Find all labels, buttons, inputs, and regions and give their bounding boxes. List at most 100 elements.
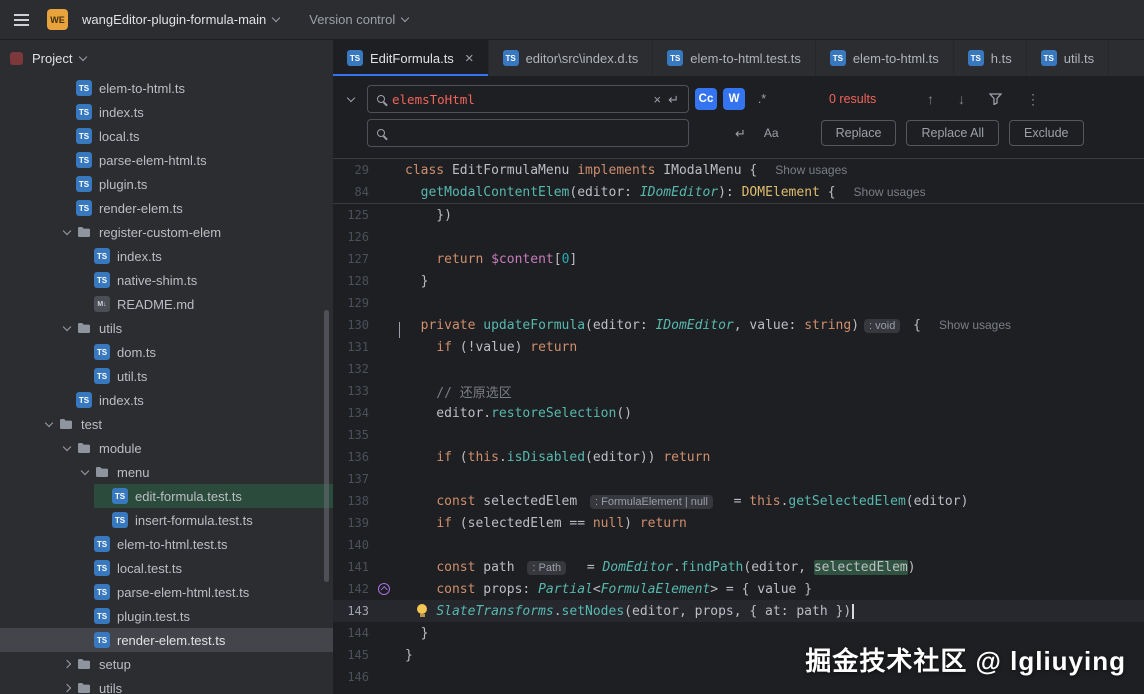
tree-item-parse-elem-html-ts[interactable]: TSparse-elem-html.ts bbox=[0, 148, 333, 172]
tree-item-elem-to-html-ts[interactable]: TSelem-to-html.ts bbox=[0, 76, 333, 100]
newline-icon[interactable]: ↵ bbox=[735, 127, 746, 140]
collapse-search-chevron-icon[interactable] bbox=[347, 93, 355, 101]
tree-item-elem-to-html-test-ts[interactable]: TSelem-to-html.test.ts bbox=[0, 532, 333, 556]
code-line-141[interactable]: 141 const path : Path = DomEditor.findPa… bbox=[333, 556, 1144, 578]
tree-item-dom-ts[interactable]: TSdom.ts bbox=[0, 340, 333, 364]
tree-item-render-elem-ts[interactable]: TSrender-elem.ts bbox=[0, 196, 333, 220]
whole-words-button[interactable]: W bbox=[723, 88, 745, 110]
tree-item-parse-elem-html-test-ts[interactable]: TSparse-elem-html.test.ts bbox=[0, 580, 333, 604]
folder-toggle[interactable] bbox=[40, 423, 58, 426]
annotation-gutter-icon[interactable] bbox=[378, 583, 390, 595]
tree-item-setup[interactable]: setup bbox=[0, 652, 333, 676]
code-text[interactable]: } bbox=[405, 648, 413, 663]
code-line-126[interactable]: 126 bbox=[333, 226, 1144, 248]
tree-item-utils[interactable]: utils bbox=[0, 676, 333, 694]
show-usages-link[interactable]: Show usages bbox=[775, 163, 847, 177]
folder-toggle[interactable] bbox=[58, 447, 76, 450]
replace-button[interactable]: Replace bbox=[821, 120, 897, 146]
more-options-icon[interactable]: ⋮ bbox=[1026, 92, 1040, 106]
code-text[interactable]: // 还原选区 bbox=[405, 382, 512, 401]
tree-item-local-test-ts[interactable]: TSlocal.test.ts bbox=[0, 556, 333, 580]
folder-toggle[interactable] bbox=[58, 685, 76, 691]
tree-item-index-ts[interactable]: TSindex.ts bbox=[0, 100, 333, 124]
code-text[interactable]: const selectedElem : FormulaElement | nu… bbox=[405, 494, 968, 509]
show-usages-link[interactable]: Show usages bbox=[854, 185, 926, 199]
tree-item-utils[interactable]: utils bbox=[0, 316, 333, 340]
replace-input[interactable] bbox=[367, 119, 689, 147]
project-selector[interactable]: wangEditor-plugin-formula-main bbox=[76, 7, 285, 33]
code-line-29[interactable]: 29class EditFormulaMenu implements IModa… bbox=[333, 159, 1144, 181]
code-line-133[interactable]: 133 // 还原选区 bbox=[333, 380, 1144, 402]
code-line-128[interactable]: 128 } bbox=[333, 270, 1144, 292]
code-line-125[interactable]: 125 }) bbox=[333, 204, 1144, 226]
code-line-138[interactable]: 138 const selectedElem : FormulaElement … bbox=[333, 490, 1144, 512]
code-text[interactable]: getModalContentElem(editor: IDomEditor):… bbox=[405, 185, 926, 200]
tree-scrollbar[interactable] bbox=[324, 310, 329, 582]
code-line-131[interactable]: 131 if (!value) return bbox=[333, 336, 1144, 358]
tree-item-module[interactable]: module bbox=[0, 436, 333, 460]
code-text[interactable]: SlateTransforms.setNodes(editor, props, … bbox=[405, 604, 854, 619]
folder-toggle[interactable] bbox=[58, 327, 76, 330]
code-line-130[interactable]: 130 private updateFormula(editor: IDomEd… bbox=[333, 314, 1144, 336]
tab-elem-to-html-ts[interactable]: TSelem-to-html.ts bbox=[816, 40, 954, 76]
code-text[interactable]: return $content[0] bbox=[405, 252, 577, 267]
code-line-127[interactable]: 127 return $content[0] bbox=[333, 248, 1144, 270]
code-text[interactable]: if (selectedElem == null) return bbox=[405, 516, 687, 531]
project-panel-title[interactable]: Project bbox=[32, 51, 86, 66]
tab-util-ts[interactable]: TSutil.ts bbox=[1027, 40, 1109, 76]
tree-item-register-custom-elem[interactable]: register-custom-elem bbox=[0, 220, 333, 244]
replace-all-button[interactable]: Replace All bbox=[906, 120, 999, 146]
tree-item-render-elem-test-ts[interactable]: TSrender-elem.test.ts bbox=[0, 628, 333, 652]
match-case-button[interactable]: Cc bbox=[695, 88, 717, 110]
code-line-129[interactable]: 129 bbox=[333, 292, 1144, 314]
code-line-134[interactable]: 134 editor.restoreSelection() bbox=[333, 402, 1144, 424]
show-usages-link[interactable]: Show usages bbox=[939, 318, 1011, 332]
code-line-135[interactable]: 135 bbox=[333, 424, 1144, 446]
tree-item-index-ts[interactable]: TSindex.ts bbox=[0, 244, 333, 268]
code-line-132[interactable]: 132 bbox=[333, 358, 1144, 380]
search-input[interactable]: elemsToHtml × ↵ bbox=[367, 85, 689, 113]
project-tool-icon[interactable] bbox=[10, 52, 23, 65]
tab-editformula-ts[interactable]: TSEditFormula.ts× bbox=[333, 40, 489, 76]
exclude-button[interactable]: Exclude bbox=[1009, 120, 1083, 146]
code-line-142[interactable]: 142 const props: Partial<FormulaElement>… bbox=[333, 578, 1144, 600]
code-text[interactable]: class EditFormulaMenu implements IModalM… bbox=[405, 163, 847, 178]
code-text[interactable]: const props: Partial<FormulaElement> = {… bbox=[405, 582, 812, 597]
code-line-140[interactable]: 140 bbox=[333, 534, 1144, 556]
newline-icon[interactable]: ↵ bbox=[668, 93, 679, 106]
code-text[interactable]: editor.restoreSelection() bbox=[405, 406, 632, 421]
version-control-selector[interactable]: Version control bbox=[303, 7, 414, 33]
fold-icon[interactable] bbox=[399, 322, 400, 337]
tree-item-local-ts[interactable]: TSlocal.ts bbox=[0, 124, 333, 148]
preserve-case-icon[interactable]: Aa bbox=[764, 127, 779, 139]
folder-toggle[interactable] bbox=[58, 231, 76, 234]
code-line-137[interactable]: 137 bbox=[333, 468, 1144, 490]
previous-match-icon[interactable]: ↑ bbox=[927, 92, 934, 106]
code-line-84[interactable]: 84 getModalContentElem(editor: IDomEdito… bbox=[333, 181, 1144, 203]
filter-icon[interactable] bbox=[989, 93, 1002, 105]
code-text[interactable]: const path : Path = DomEditor.findPath(e… bbox=[405, 560, 916, 575]
tree-item-readme-md[interactable]: M↓README.md bbox=[0, 292, 333, 316]
close-tab-icon[interactable]: × bbox=[465, 51, 474, 66]
tree-item-insert-formula-test-ts[interactable]: TSinsert-formula.test.ts bbox=[0, 508, 333, 532]
tab-elem-to-html-test-ts[interactable]: TSelem-to-html.test.ts bbox=[653, 40, 816, 76]
clear-icon[interactable]: × bbox=[654, 93, 662, 106]
code-text[interactable]: if (!value) return bbox=[405, 340, 577, 355]
code-text[interactable]: } bbox=[405, 626, 428, 641]
tree-item-test[interactable]: test bbox=[0, 412, 333, 436]
next-match-icon[interactable]: ↓ bbox=[958, 92, 965, 106]
tree-item-edit-formula-test-ts[interactable]: TSedit-formula.test.ts bbox=[0, 484, 333, 508]
tree-item-plugin-test-ts[interactable]: TSplugin.test.ts bbox=[0, 604, 333, 628]
regex-button[interactable]: .* bbox=[751, 88, 773, 110]
tree-item-native-shim-ts[interactable]: TSnative-shim.ts bbox=[0, 268, 333, 292]
code-line-136[interactable]: 136 if (this.isDisabled(editor)) return bbox=[333, 446, 1144, 468]
code-text[interactable]: }) bbox=[405, 208, 452, 223]
intention-bulb-icon[interactable] bbox=[417, 604, 427, 614]
tree-item-util-ts[interactable]: TSutil.ts bbox=[0, 364, 333, 388]
code-text[interactable]: private updateFormula(editor: IDomEditor… bbox=[405, 318, 1011, 333]
code-text[interactable]: } bbox=[405, 274, 428, 289]
folder-toggle[interactable] bbox=[58, 661, 76, 667]
folder-toggle[interactable] bbox=[76, 471, 94, 474]
code-line-143[interactable]: 143 SlateTransforms.setNodes(editor, pro… bbox=[333, 600, 1144, 622]
code-text[interactable]: if (this.isDisabled(editor)) return bbox=[405, 450, 710, 465]
